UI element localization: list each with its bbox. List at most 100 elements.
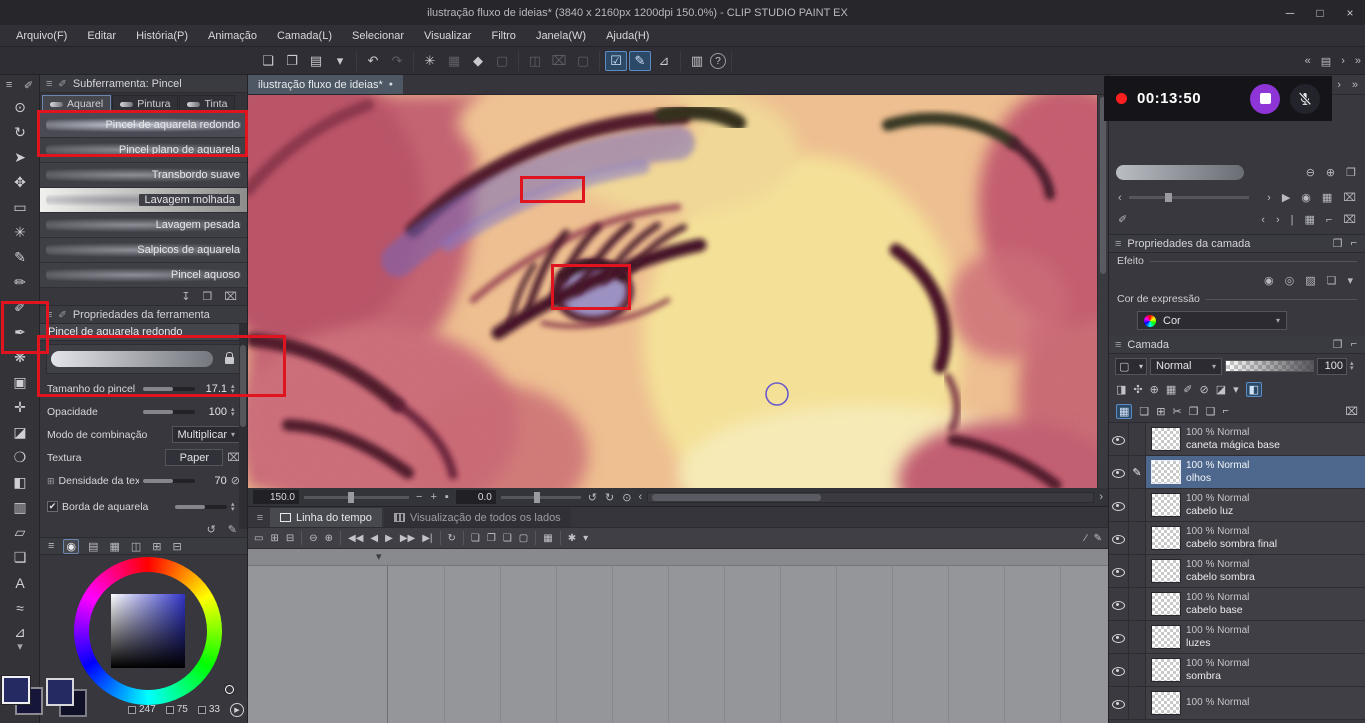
opacity-value[interactable]: 100 (199, 406, 227, 418)
pencil-tool-icon[interactable]: ✏ (0, 270, 40, 295)
subtool-tab-pintura[interactable]: Pintura (112, 95, 179, 113)
panel-menu-icon[interactable] (46, 309, 52, 321)
reset-all-settings-icon[interactable]: ↺ (205, 523, 218, 536)
panel-menu-icon[interactable] (46, 78, 52, 90)
menu-item[interactable]: Filtro (481, 25, 525, 46)
step-left-icon[interactable]: ‹ (1116, 192, 1124, 204)
selection-border-icon[interactable]: ▢ (572, 51, 594, 71)
clear-icon[interactable]: ✳ (419, 51, 441, 71)
color-wheel-tab-icon[interactable]: ◉ (63, 538, 80, 554)
rotate-left-icon[interactable]: ↺ (586, 491, 599, 504)
visibility-cell[interactable] (1109, 555, 1129, 587)
menu-item[interactable]: Selecionar (342, 25, 414, 46)
zoom-in-icon[interactable]: ⊕ (1324, 166, 1337, 179)
layer-opacity-stepper[interactable] (1350, 361, 1359, 371)
dock-icon[interactable]: ⌐ (1222, 405, 1228, 417)
operation-tool-icon[interactable]: ➤ (0, 145, 40, 170)
track-list[interactable] (248, 566, 388, 723)
palette-dock-icon[interactable]: ▦ (1116, 403, 1133, 419)
lock-icon[interactable] (225, 352, 234, 364)
layer-row[interactable]: 100 % Normal cabelo luz (1109, 489, 1365, 522)
eraser-tool-icon[interactable]: ◪ (0, 420, 40, 445)
v-scroll-thumb[interactable] (1100, 97, 1106, 274)
menu-item[interactable]: Ajuda(H) (596, 25, 659, 46)
canvas-area[interactable] (248, 95, 1108, 488)
delete-sub-tool-icon[interactable]: ⌧ (222, 290, 239, 303)
props-scrollbar[interactable] (239, 324, 247, 529)
layer-thumbnail[interactable] (1151, 526, 1181, 550)
layer-thumbnail[interactable] (1151, 592, 1181, 616)
layer-row[interactable]: 100 % Normal (1109, 687, 1365, 720)
expand-all-icon[interactable]: » (1353, 55, 1363, 67)
tab-visualizacao-todos-os-lados[interactable]: Visualização de todos os lados (383, 508, 571, 527)
text-tool-icon[interactable]: A (0, 570, 40, 595)
play-icon[interactable]: ▶ (385, 533, 393, 544)
next-frame-icon[interactable]: ▶▶ (400, 533, 415, 544)
blend-mode-dropdown[interactable]: Multiplicar (172, 426, 240, 443)
specify-cels-icon[interactable]: ❐ (487, 533, 496, 544)
zoom-in-icon[interactable]: ⊕ (325, 533, 333, 544)
subview-zoom-slider[interactable] (1128, 193, 1249, 202)
layer-row[interactable]: 100 % Normal luzes (1109, 621, 1365, 654)
search-icon[interactable]: ◉ (1299, 191, 1313, 204)
rotate-canvas-tool-icon[interactable]: ↻ (0, 120, 40, 145)
brush-item[interactable]: Transbordo suave (40, 163, 247, 188)
layer-thumbnail[interactable] (1151, 493, 1181, 517)
mixing-tab-icon[interactable]: ◫ (129, 540, 143, 553)
texture-density-value[interactable]: 70 (199, 475, 227, 487)
brush-item[interactable]: Pincel de aquarela redondo (40, 113, 247, 138)
layer-blend-dropdown[interactable]: Normal (1150, 357, 1222, 375)
brush-item[interactable]: Lavagem pesada (40, 213, 247, 238)
tiles-icon[interactable]: ▦ (1302, 213, 1316, 226)
panel-menu-icon[interactable]: ≡ (6, 79, 12, 91)
delete-view-icon[interactable]: ⌧ (1341, 191, 1358, 204)
zoom-tool-icon[interactable]: ⊙ (0, 95, 40, 120)
block-icon[interactable]: ⊘ (1199, 383, 1208, 396)
fit-screen-icon[interactable]: ▪ (443, 491, 451, 503)
menu-item[interactable]: História(P) (126, 25, 198, 46)
tool-strip-scroll-down-icon[interactable]: ▾ (0, 640, 40, 653)
visibility-cell[interactable] (1109, 522, 1129, 554)
color-set-tab-icon[interactable]: ▦ (107, 540, 121, 553)
transfer-layer-icon[interactable]: ✂ (1173, 405, 1182, 418)
layer-row[interactable]: 100 % Normal cabelo sombra final (1109, 522, 1365, 555)
expand-all-icon[interactable]: » (1350, 79, 1360, 91)
menu-item[interactable]: Visualizar (414, 25, 482, 46)
layer-thumbnail[interactable] (1151, 691, 1181, 715)
autoplay-icon[interactable]: ▶ (1280, 191, 1292, 204)
menu-item[interactable]: Editar (77, 25, 126, 46)
two-pane-icon[interactable]: ◧ (1245, 381, 1263, 397)
auto-select-tool-icon[interactable]: ✳ (0, 220, 40, 245)
pen-tool-icon[interactable]: ✎ (0, 245, 40, 270)
clip-below-icon[interactable]: ◨ (1116, 383, 1126, 396)
layer-row[interactable]: ✎ 100 % Normal olhos (1109, 456, 1365, 489)
eyedropper-tool-icon[interactable]: ✒ (0, 320, 40, 345)
collapse-panel-icon[interactable]: ⊟ (170, 540, 183, 553)
visibility-cell[interactable] (1109, 687, 1129, 719)
layer-thumbnail[interactable] (1151, 559, 1181, 583)
last-frame-icon[interactable]: ▶| (422, 533, 432, 544)
move-layer-tool-icon[interactable]: ✛ (0, 395, 40, 420)
eraser-icon[interactable]: ◆ (467, 51, 489, 71)
correct-line-icon[interactable]: ⊿ (653, 51, 675, 71)
zoom-slider[interactable] (304, 491, 409, 503)
texture-button[interactable]: Paper (165, 449, 224, 466)
color-expand-icon[interactable] (230, 703, 244, 717)
delete-cel-icon[interactable]: ❑ (503, 533, 512, 544)
zoom-out-icon[interactable]: ⊖ (309, 533, 317, 544)
balloon-tool-icon[interactable]: ❏ (0, 545, 40, 570)
panel-grid-icon[interactable]: ▤ (1319, 55, 1333, 68)
canvas-h-scrollbar[interactable] (647, 491, 1095, 503)
fill-icon[interactable]: ▦ (443, 51, 465, 71)
register-settings-icon[interactable]: ✎ (226, 523, 239, 536)
undo-icon[interactable]: ↶ (362, 51, 384, 71)
tone-effect-icon[interactable]: ▨ (1303, 274, 1317, 287)
eyedropper-icon[interactable]: ✐ (1116, 213, 1129, 226)
menu-item[interactable]: Janela(W) (526, 25, 596, 46)
saturation-value-square[interactable] (111, 594, 185, 668)
effect-caret-icon[interactable]: ▾ (1345, 274, 1355, 287)
timeline-list-icon[interactable]: ▭ (254, 533, 263, 544)
redo-icon[interactable]: ↷ (386, 51, 408, 71)
layer-thumbnail-switcher[interactable] (1115, 357, 1147, 375)
zoom-out-icon[interactable]: − (414, 491, 424, 503)
